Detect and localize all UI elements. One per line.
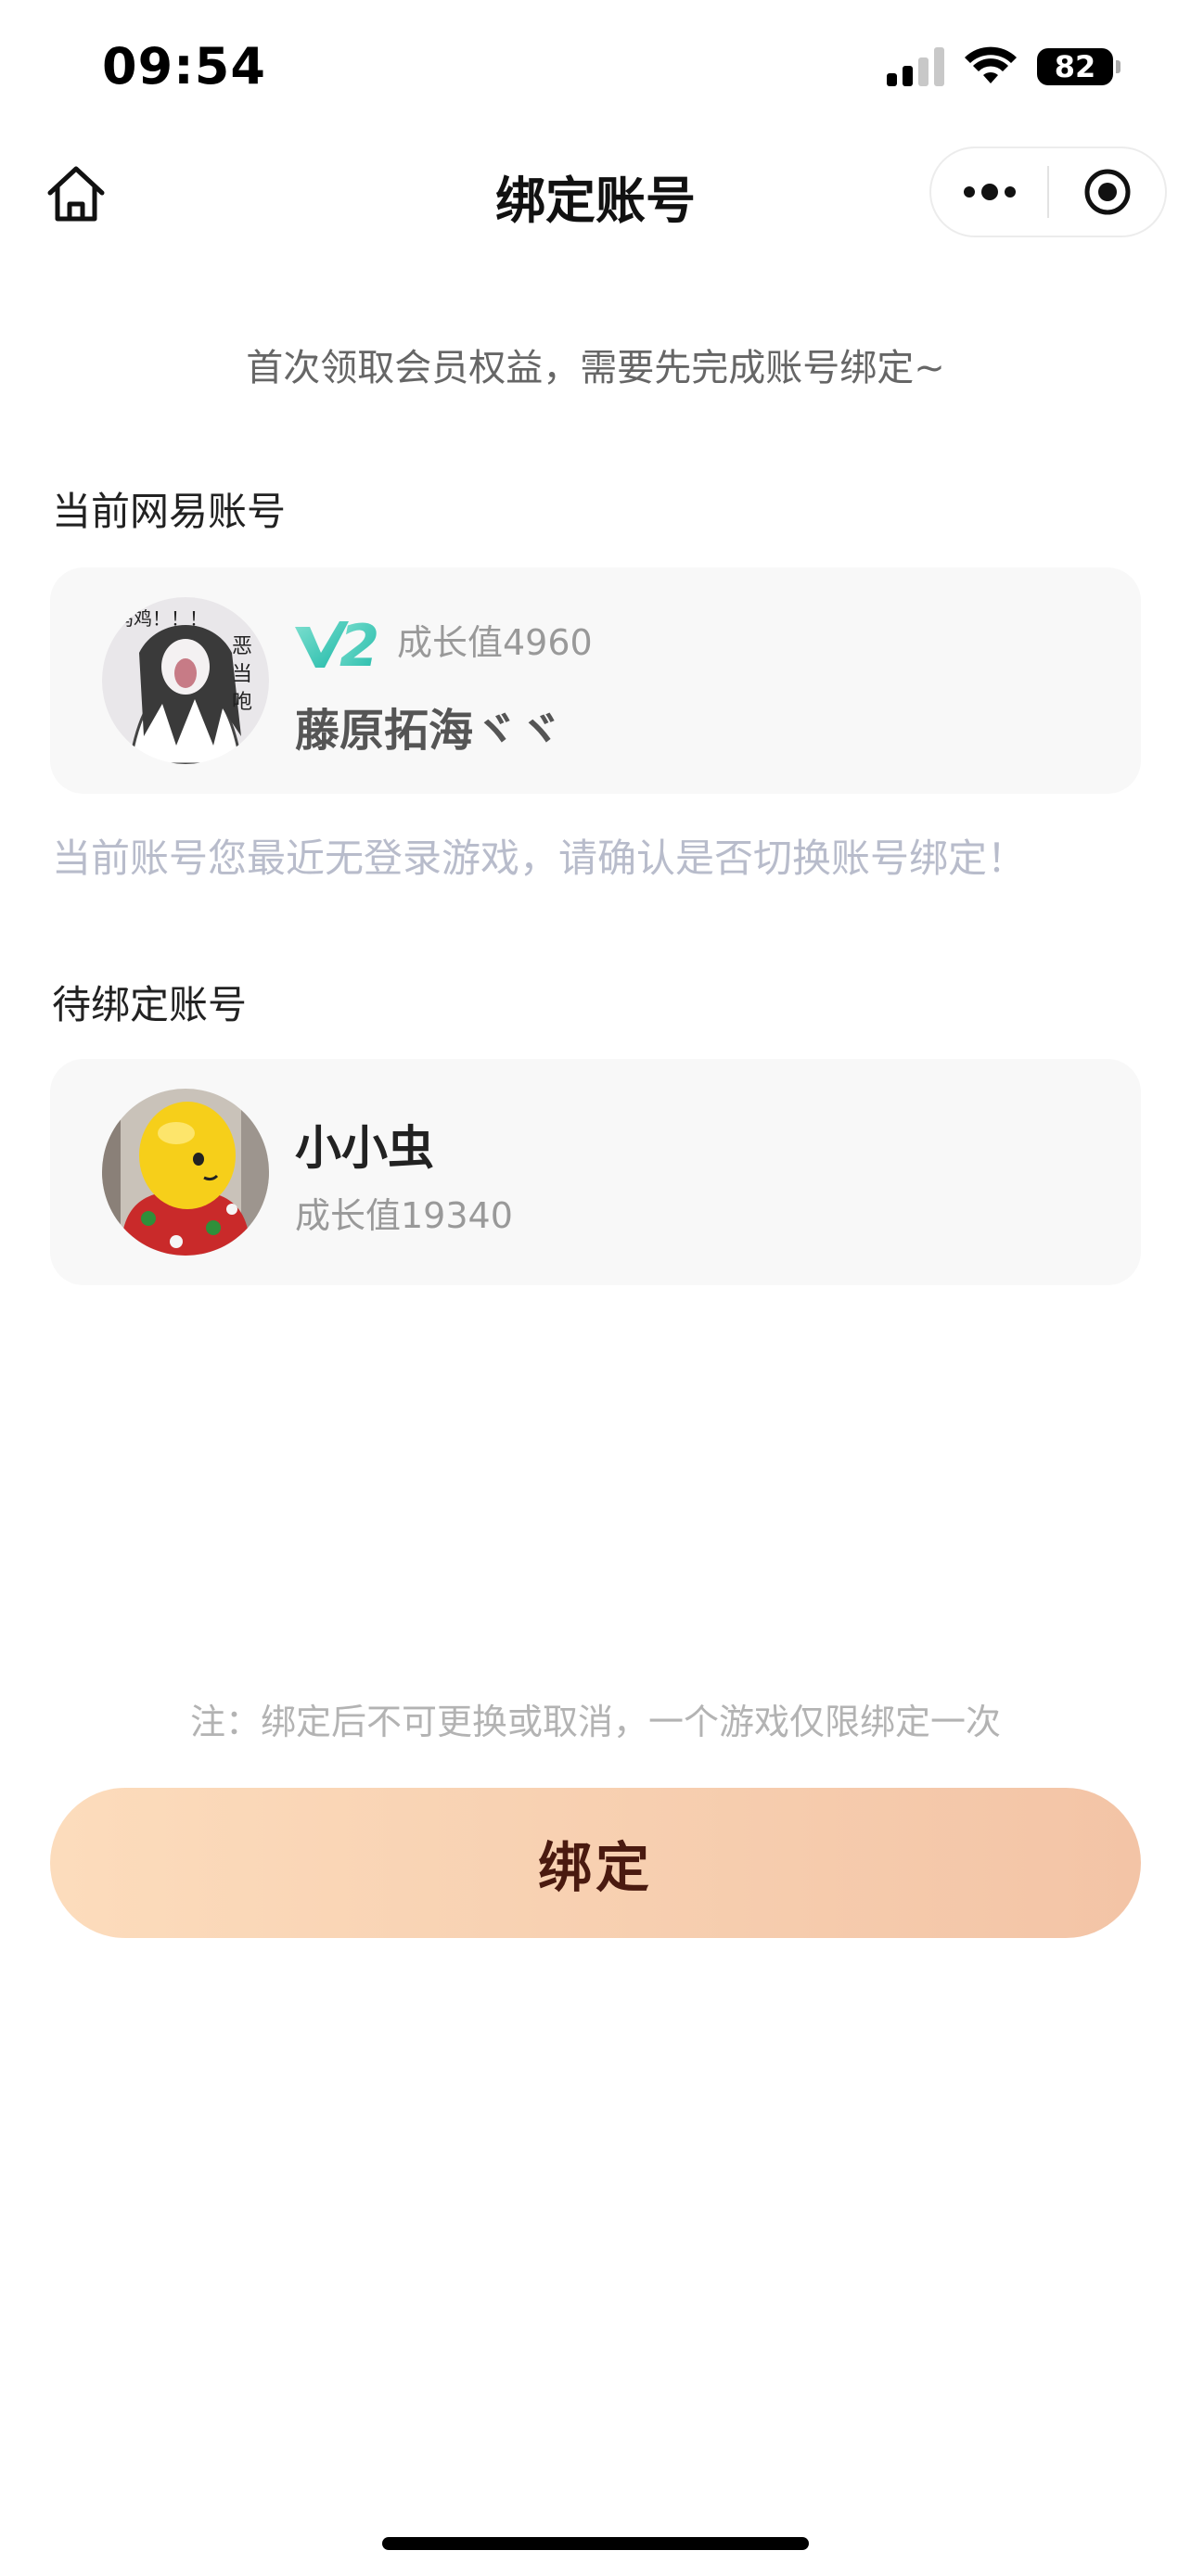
status-time: 09:54	[102, 37, 266, 96]
current-avatar: 乌鸡！！！ 恶 当 咆	[102, 597, 269, 764]
pending-growth-value: 成长值19340	[295, 1195, 513, 1236]
close-miniprogram-button[interactable]	[1049, 148, 1165, 236]
svg-text:恶: 恶	[232, 635, 252, 658]
intro-text: 首次领取会员权益，需要先完成账号绑定~	[246, 347, 945, 389]
more-button[interactable]	[931, 148, 1047, 236]
pending-account-card[interactable]: 小小虫 成长值19340	[50, 1059, 1141, 1285]
signal-icon	[887, 47, 944, 86]
navigation-bar: 绑定账号	[0, 139, 1191, 247]
svg-text:乌鸡！！！: 乌鸡！！！	[115, 607, 208, 630]
miniprogram-capsule	[929, 147, 1167, 237]
pending-account-name: 小小虫	[295, 1121, 434, 1175]
pending-account-label: 待绑定账号	[52, 982, 248, 1027]
current-account-label: 当前网易账号	[52, 489, 287, 534]
battery-percent: 82	[1054, 49, 1096, 84]
wifi-icon	[965, 46, 1017, 83]
switch-account-warning: 当前账号您最近无登录游戏，请确认是否切换账号绑定！	[52, 835, 1027, 881]
battery-icon: 82	[1037, 48, 1121, 85]
current-growth-value: 成长值4960	[397, 622, 593, 663]
target-circle-icon	[1084, 169, 1130, 215]
current-account-card: 乌鸡！！！ 恶 当 咆 2 成长值4960 藤原拓海ヾヾ	[50, 567, 1141, 794]
bind-button[interactable]: 绑定	[50, 1788, 1141, 1938]
binding-note: 注：绑定后不可更换或取消，一个游戏仅限绑定一次	[189, 1702, 1001, 1742]
status-bar: 09:54 82	[0, 0, 1191, 130]
svg-text:2: 2	[339, 612, 379, 673]
current-account-name: 藤原拓海ヾヾ	[295, 705, 563, 757]
svg-text:咆: 咆	[232, 691, 252, 714]
more-dots-icon	[963, 184, 1016, 200]
vip-level-badge: 2	[293, 606, 395, 680]
home-indicator	[382, 2537, 809, 2550]
status-icons: 82	[887, 45, 1121, 89]
pending-avatar	[102, 1089, 269, 1256]
svg-text:当: 当	[232, 663, 252, 686]
